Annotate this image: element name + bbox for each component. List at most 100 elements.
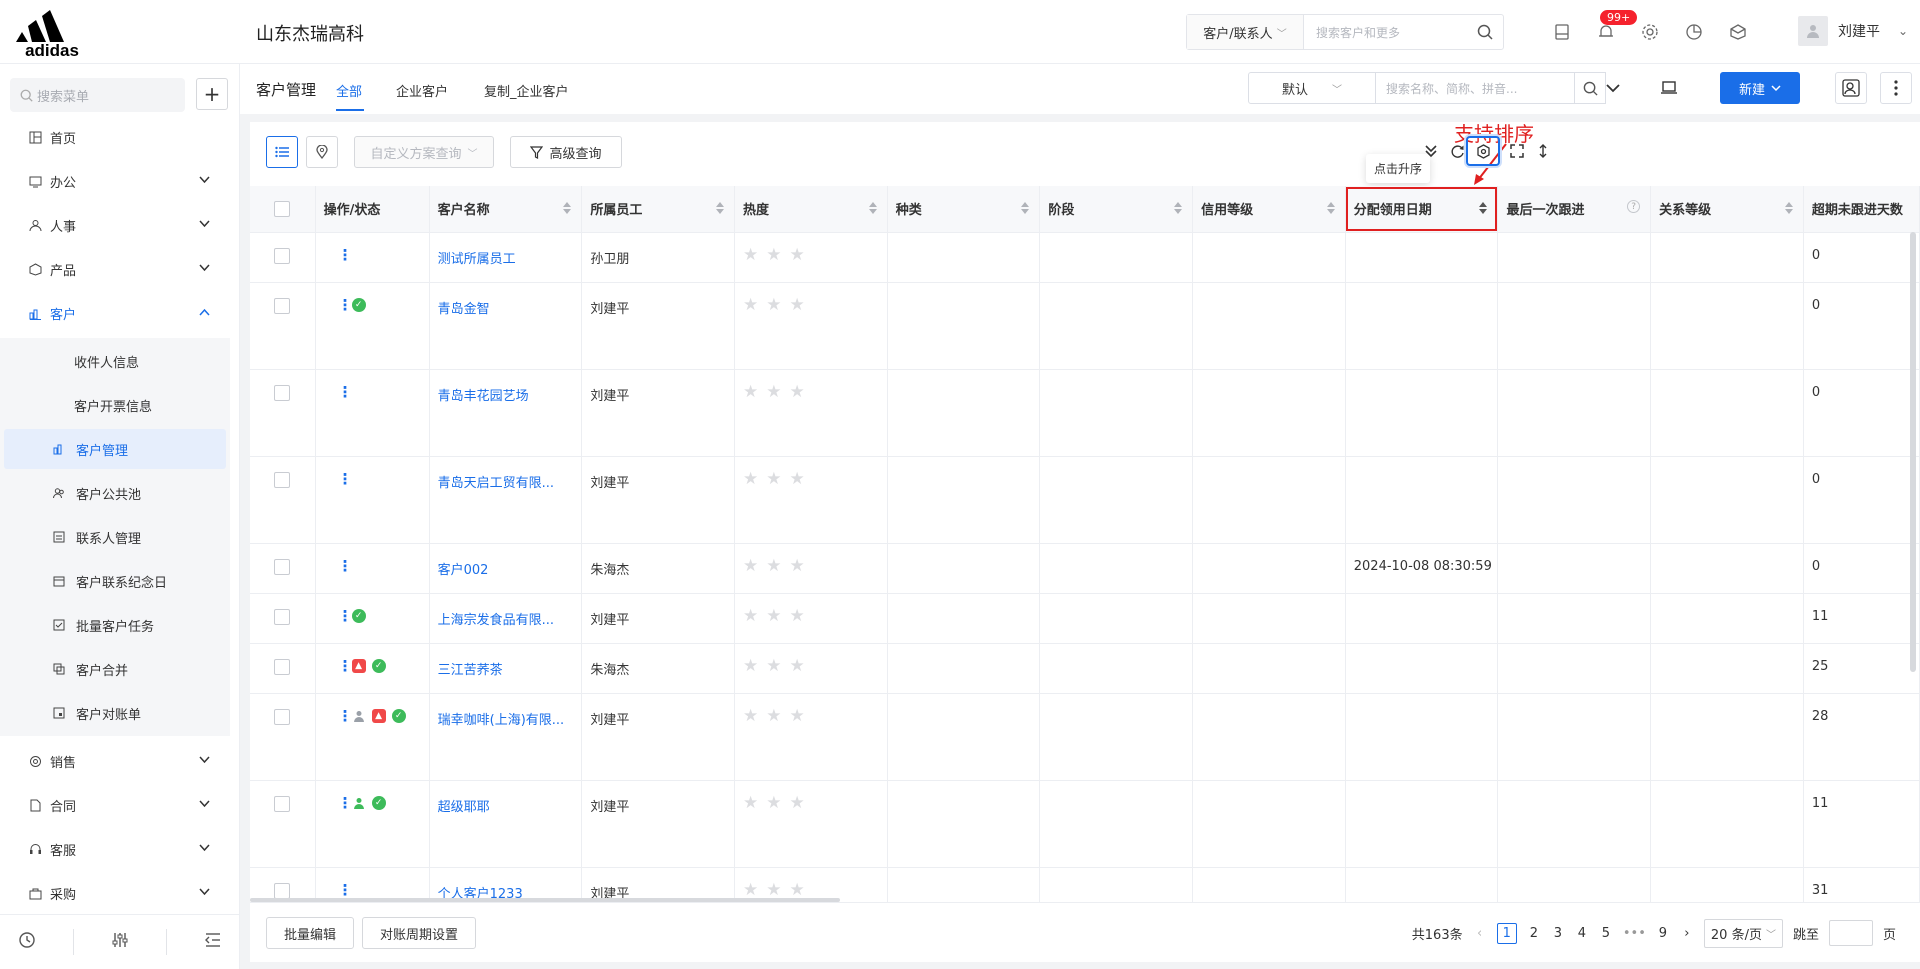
monitor-icon[interactable]: [1660, 80, 1678, 100]
customer-name-link[interactable]: 上海宗发食品有限...: [438, 613, 554, 628]
page-ellipsis[interactable]: •••: [1623, 926, 1646, 941]
sidebar-item-hr[interactable]: 人事: [0, 205, 240, 245]
row-checkbox[interactable]: [274, 795, 290, 812]
table-row[interactable]: ⋮ ✓ 青岛金智 刘建平 ★★★ 0: [250, 282, 1920, 370]
sidebar-subitem-recipient[interactable]: 收件人信息: [0, 341, 230, 381]
sidebar-subitem-batch-task[interactable]: 批量客户任务: [0, 605, 230, 645]
customer-name-link[interactable]: 青岛天启工贸有限...: [438, 476, 554, 491]
collapse-menu-icon[interactable]: [204, 931, 222, 953]
sidebar-item-service[interactable]: 客服: [0, 829, 240, 869]
row-actions-icon[interactable]: ⋮: [338, 247, 353, 262]
sort-icon[interactable]: [1784, 202, 1793, 214]
advanced-query-button[interactable]: 高级查询: [510, 136, 622, 168]
page-2[interactable]: 2: [1527, 926, 1541, 941]
page-3[interactable]: 3: [1551, 926, 1565, 941]
sidebar-subitem-contacts[interactable]: 联系人管理: [0, 517, 230, 557]
table-row[interactable]: ⋮ 青岛丰花园艺场 刘建平 ★★★ 0: [250, 369, 1920, 457]
tab-all[interactable]: 全部: [336, 81, 362, 100]
column-header-assign-date[interactable]: 分配领用日期: [1345, 186, 1499, 233]
row-checkbox[interactable]: [274, 708, 290, 725]
row-checkbox[interactable]: [274, 297, 290, 314]
column-header-stage[interactable]: 阶段: [1039, 186, 1194, 233]
customer-name-link[interactable]: 测试所属员工: [438, 252, 516, 267]
table-row[interactable]: ⋮ ✓ 上海宗发食品有限... 刘建平 ★★★ 11: [250, 593, 1920, 644]
sidebar-subitem-customer-management[interactable]: 客户管理: [4, 429, 226, 469]
period-settings-button[interactable]: 对账周期设置: [362, 917, 476, 949]
heat-rating[interactable]: ★★★: [743, 606, 813, 626]
sidebar-item-purchase[interactable]: 采购: [0, 873, 240, 913]
sort-icon[interactable]: [1021, 202, 1030, 214]
more-icon[interactable]: [1880, 72, 1912, 104]
customer-name-link[interactable]: 超级耶耶: [438, 800, 490, 815]
global-search-input[interactable]: 搜索客户和更多: [1304, 24, 1467, 41]
sidebar-subitem-invoice[interactable]: 客户开票信息: [0, 385, 230, 425]
search-icon[interactable]: [1574, 72, 1606, 104]
page-size-select[interactable]: 20 条/页 ﹀: [1703, 918, 1783, 948]
row-actions-icon[interactable]: ⋮: [338, 297, 353, 312]
fullscreen-icon[interactable]: [1506, 140, 1528, 162]
cube-icon[interactable]: [1726, 20, 1750, 44]
row-checkbox[interactable]: [274, 384, 290, 401]
sidebar-item-home[interactable]: 首页: [0, 117, 240, 157]
row-actions-icon[interactable]: ⋮: [338, 658, 353, 673]
sort-icon[interactable]: [1326, 202, 1335, 214]
row-checkbox[interactable]: [274, 471, 290, 488]
sliders-icon[interactable]: [111, 931, 129, 953]
sort-icon[interactable]: [1479, 202, 1488, 214]
adidas-logo[interactable]: adidas: [14, 8, 90, 60]
customer-name-link[interactable]: 客户002: [438, 563, 489, 578]
sort-icon[interactable]: [563, 202, 572, 214]
sort-icon[interactable]: [868, 202, 877, 214]
customer-name-link[interactable]: 瑞幸咖啡(上海)有限...: [438, 713, 565, 728]
search-icon[interactable]: [1467, 15, 1503, 49]
customer-search-input[interactable]: 搜索名称、简称、拼音...: [1375, 72, 1575, 104]
refresh-icon[interactable]: [1446, 140, 1468, 162]
column-header-type[interactable]: 种类: [887, 186, 1041, 233]
table-row[interactable]: ⋮ 测试所属员工 孙卫朋 ★★★ 0: [250, 232, 1920, 283]
customer-name-link[interactable]: 青岛金智: [438, 302, 490, 317]
heat-rating[interactable]: ★★★: [743, 469, 813, 489]
heat-rating[interactable]: ★★★: [743, 880, 813, 900]
heat-rating[interactable]: ★★★: [743, 245, 813, 265]
settings-icon[interactable]: [1638, 20, 1662, 44]
sidebar-subitem-anniversary[interactable]: 客户联系纪念日: [0, 561, 230, 601]
page-5[interactable]: 5: [1599, 926, 1613, 941]
row-checkbox[interactable]: [274, 558, 290, 575]
next-page-icon[interactable]: ›: [1680, 926, 1694, 941]
heat-rating[interactable]: ★★★: [743, 793, 813, 813]
sidebar-subitem-merge[interactable]: 客户合并: [0, 649, 230, 689]
page-4[interactable]: 4: [1575, 926, 1589, 941]
row-actions-icon[interactable]: ⋮: [338, 882, 353, 897]
sidebar-subitem-public-pool[interactable]: 客户公共池: [0, 473, 230, 513]
sidebar-item-contract[interactable]: 合同: [0, 785, 240, 825]
search-scope-select[interactable]: 客户/联系人 ﹀: [1187, 15, 1304, 49]
row-actions-icon[interactable]: ⋮: [338, 384, 353, 399]
tab-copy-enterprise[interactable]: 复制_企业客户: [484, 81, 569, 100]
custom-query-select[interactable]: 自定义方案查询 ﹀: [354, 136, 494, 168]
new-button[interactable]: 新建: [1720, 72, 1800, 104]
column-settings-icon[interactable]: [1466, 136, 1500, 166]
menu-search-input[interactable]: 搜索菜单: [10, 78, 185, 112]
heat-rating[interactable]: ★★★: [743, 295, 813, 315]
page-9[interactable]: 9: [1656, 926, 1670, 941]
list-view-icon[interactable]: [266, 136, 298, 168]
heat-rating[interactable]: ★★★: [743, 656, 813, 676]
history-icon[interactable]: [18, 931, 36, 953]
row-checkbox[interactable]: [274, 882, 290, 899]
batch-edit-button[interactable]: 批量编辑: [266, 917, 354, 949]
map-pin-icon[interactable]: [306, 136, 338, 168]
select-all-checkbox[interactable]: [274, 200, 290, 217]
row-checkbox[interactable]: [274, 247, 290, 264]
customer-name-link[interactable]: 三江苦荞茶: [438, 663, 503, 678]
column-header-last-followup[interactable]: 最后一次跟进?: [1497, 186, 1652, 233]
user-search-icon[interactable]: [1835, 72, 1867, 104]
sidebar-item-sales[interactable]: 销售: [0, 741, 240, 781]
goto-page-input[interactable]: [1828, 920, 1873, 946]
heat-rating[interactable]: ★★★: [743, 382, 813, 402]
table-row[interactable]: ⋮ 客户002 朱海杰 ★★★ 2024-10-08 08:30:59 0: [250, 543, 1920, 594]
inbox-icon[interactable]: [1550, 20, 1574, 44]
heat-rating[interactable]: ★★★: [743, 556, 813, 576]
sidebar-item-product[interactable]: 产品: [0, 249, 240, 289]
sidebar-subitem-statement[interactable]: 客户对账单: [0, 693, 230, 733]
row-actions-icon[interactable]: ⋮: [338, 558, 353, 573]
